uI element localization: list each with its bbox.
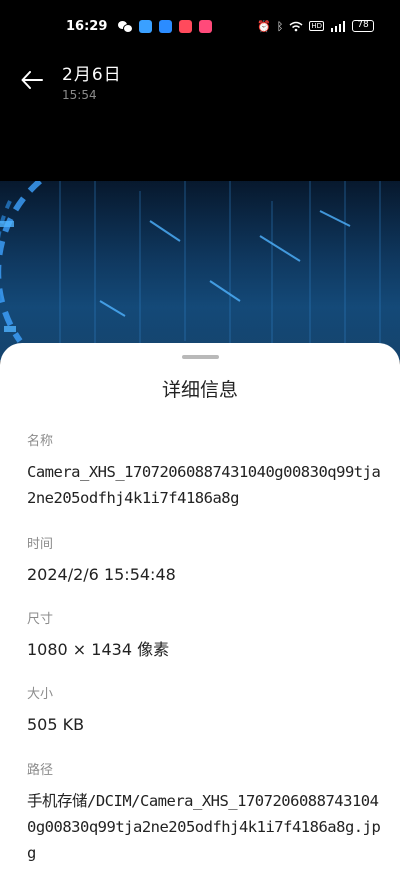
back-button[interactable] [18,66,46,94]
name-label: 名称 [27,434,54,449]
status-time: 16:29 [66,18,108,34]
path-value: 手机存储/DCIM/Camera_XHS_17072060887431040g0… [27,792,381,862]
app-bar: 2月6日 15:54 [0,56,400,112]
photo-preview[interactable] [0,181,400,361]
xiaohongshu-notification-icon [179,19,193,33]
wechat-notification-icon [118,20,134,33]
xiaohongshu-notification-icon-2 [199,19,213,33]
screen: 16:29 ⏰ ᛒ HD 78 2月6日 15:54 详细信息 名称 Camer… [0,0,400,893]
page-subtitle: 15:54 [62,88,97,102]
name-value: Camera_XHS_17072060887431040g00830q99tja… [27,463,381,507]
dimensions-section: 尺寸 1080 × 1434 像素 [27,608,387,663]
cloud-notification-icon [159,19,173,33]
time-section: 时间 2024/2/6 15:54:48 [27,533,387,588]
status-left: 16:29 [66,18,213,34]
sheet-title: 详细信息 [161,379,238,401]
path-section: 路径 手机存储/DCIM/Camera_XHS_1707206088743104… [27,759,387,866]
app-notification-icon [139,19,153,33]
status-bar: 16:29 ⏰ ᛒ HD 78 [0,0,400,52]
status-right: ⏰ ᛒ HD 78 [257,20,374,33]
file-size-section: 大小 505 KB [27,683,387,738]
hd-icon: HD [309,21,324,31]
time-label: 时间 [27,537,54,552]
time-value: 2024/2/6 15:54:48 [27,565,176,584]
drag-handle[interactable] [182,355,219,359]
title-block: 2月6日 15:54 [62,60,122,102]
alarm-icon: ⏰ [257,19,271,33]
path-label: 路径 [27,763,54,778]
wifi-icon [289,21,303,31]
bluetooth-icon: ᛒ [276,19,284,33]
file-size-label: 大小 [27,687,54,702]
signal-icon [331,20,345,32]
name-section: 名称 Camera_XHS_17072060887431040g00830q99… [27,430,387,511]
dimensions-label: 尺寸 [27,612,54,627]
details-sheet: 详细信息 名称 Camera_XHS_17072060887431040g008… [0,343,400,893]
back-arrow-icon [21,71,43,89]
photo-image [0,181,400,361]
file-size-value: 505 KB [27,715,85,734]
dimensions-value: 1080 × 1434 像素 [27,640,170,659]
page-title: 2月6日 [62,65,122,85]
battery-indicator: 78 [352,20,374,32]
